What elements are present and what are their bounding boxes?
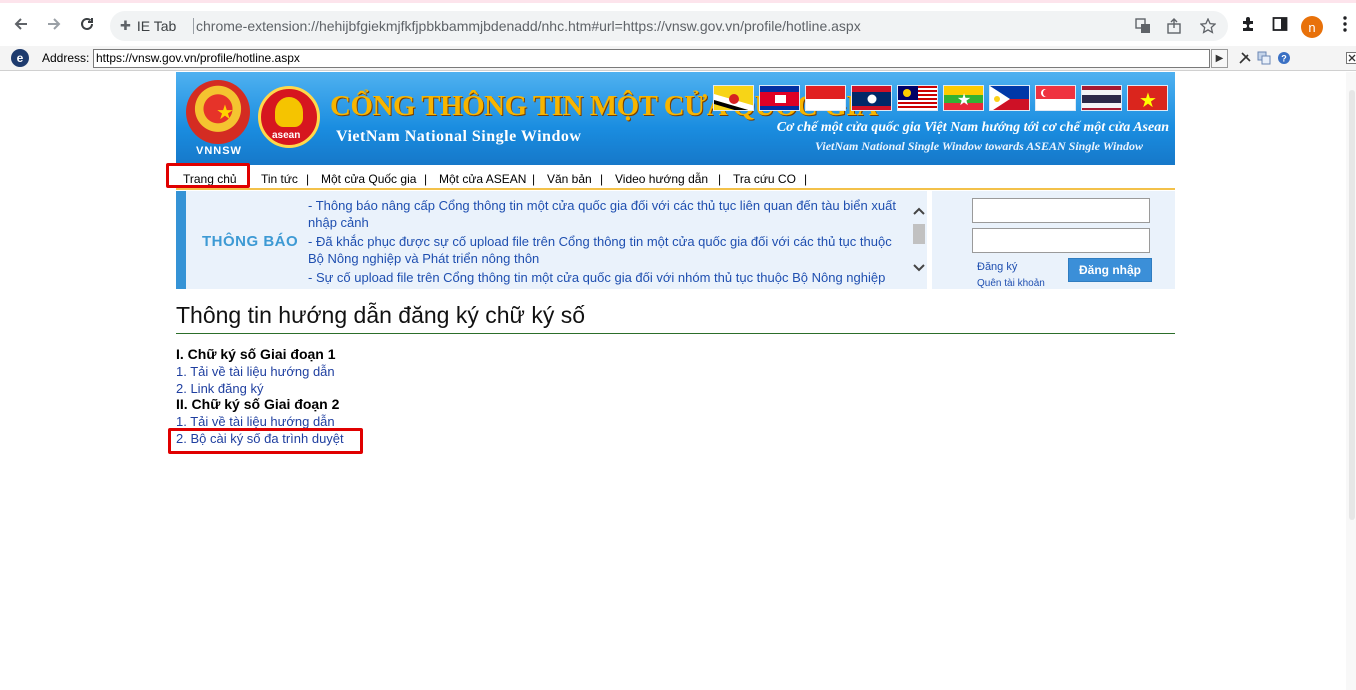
menu-separator: |: [804, 172, 808, 186]
tools-icon[interactable]: [1237, 50, 1253, 66]
flag-malaysia-icon: [897, 85, 938, 111]
banner-subtitle: VietNam National Single Window: [336, 128, 582, 145]
page-title: Thông tin hướng dẫn đăng ký chữ ký số: [176, 302, 586, 328]
notice-list: - Thông báo nâng cấp Cổng thông tin một …: [308, 197, 908, 288]
flag-myanmar-icon: ★: [943, 85, 984, 111]
translate-icon[interactable]: [1134, 17, 1152, 35]
omnibox-url[interactable]: chrome-extension://hehijbfgiekmjfkfjpbkb…: [196, 18, 861, 34]
section-heading-phase2: II. Chữ ký số Giai đoạn 2: [176, 396, 340, 412]
share-icon[interactable]: [1165, 17, 1183, 35]
reload-icon[interactable]: [75, 12, 99, 36]
asean-logo-icon: asean: [258, 86, 320, 148]
highlight-box-installer: [168, 428, 363, 454]
puzzle-icon: ✚: [120, 18, 131, 33]
compat-icon[interactable]: [1256, 50, 1272, 66]
flag-indonesia-icon: [805, 85, 846, 111]
menu-separator: |: [306, 172, 310, 186]
flag-thailand-icon: [1081, 85, 1122, 111]
notice-title: THÔNG BÁO: [202, 233, 299, 250]
flag-brunei-icon: [713, 85, 754, 111]
flag-vietnam-icon: ★: [1127, 85, 1168, 111]
page-scrollbar-thumb[interactable]: [1349, 90, 1355, 520]
ie-tab-label: IE Tab: [136, 18, 177, 34]
menu-item-co-lookup[interactable]: Tra cứu CO: [733, 172, 796, 186]
flag-laos-icon: [851, 85, 892, 111]
banner-tagline-en: VietNam National Single Window towards A…: [815, 139, 1143, 153]
bookmark-star-icon[interactable]: [1199, 17, 1217, 35]
username-field[interactable]: [972, 198, 1150, 223]
main-menu: Trang chủ Tin tức | Một cửa Quốc gia | M…: [176, 165, 1175, 190]
register-link[interactable]: Đăng ký: [977, 261, 1017, 273]
address-label: Address:: [42, 51, 90, 65]
svg-text:★: ★: [957, 92, 971, 109]
menu-item-news[interactable]: Tin tức: [261, 172, 298, 186]
menu-item-asean-window[interactable]: Một cửa ASEAN: [439, 172, 526, 186]
notice-item[interactable]: - Thông báo nâng cấp Cổng thông tin một …: [308, 197, 908, 231]
menu-separator: |: [718, 172, 722, 186]
side-panel-icon[interactable]: [1268, 12, 1292, 36]
notice-item[interactable]: - Sự cố upload file trên Cổng thông tin …: [308, 269, 908, 286]
title-divider: [176, 333, 1175, 334]
help-icon[interactable]: ?: [1276, 50, 1292, 66]
vnnsw-logo-text: VNNSW: [196, 145, 242, 157]
banner-tagline: Cơ chế một cửa quốc gia Việt Nam hướng t…: [776, 120, 1169, 135]
phase1-register-link[interactable]: 2. Link đăng ký: [176, 381, 263, 396]
svg-text:?: ?: [1281, 54, 1287, 64]
go-arrow-icon[interactable]: ▶: [1211, 49, 1228, 68]
notice-scrollbar[interactable]: [911, 201, 927, 277]
password-field[interactable]: [972, 228, 1150, 253]
extensions-icon[interactable]: [1236, 12, 1260, 36]
svg-text:★: ★: [1139, 90, 1157, 111]
back-icon[interactable]: [9, 12, 33, 36]
ie-tab-chip: ✚ IE Tab: [120, 18, 176, 34]
menu-separator: |: [532, 172, 536, 186]
forgot-account-link[interactable]: Quên tài khoản: [977, 278, 1045, 289]
site-banner: ★ VNNSW asean CỔNG THÔNG TIN MỘT CỬA QUỐ…: [176, 72, 1175, 165]
close-icon[interactable]: [1344, 50, 1356, 66]
omnibox[interactable]: ✚ IE Tab chrome-extension://hehijbfgiekm…: [110, 11, 1228, 41]
browser-toolbar: ✚ IE Tab chrome-extension://hehijbfgiekm…: [0, 0, 1356, 46]
login-panel: Đăng ký Quên tài khoản Đăng nhập: [932, 191, 1175, 289]
chevron-down-icon[interactable]: [911, 261, 927, 275]
flag-singapore-icon: [1035, 85, 1076, 111]
menu-item-video-guide[interactable]: Video hướng dẫn: [615, 172, 708, 186]
highlight-box-home: [166, 163, 250, 188]
flag-cambodia-icon: [759, 85, 800, 111]
phase2-download-guide-link[interactable]: 1. Tải về tài liệu hướng dẫn: [176, 414, 335, 429]
omnibox-separator: [193, 18, 194, 34]
ie-address-input[interactable]: https://vnsw.gov.vn/profile/hotline.aspx: [93, 49, 1210, 68]
menu-separator: |: [424, 172, 428, 186]
notice-item[interactable]: - Đã khắc phục được sự cố upload file tr…: [308, 233, 908, 267]
chrome-menu-icon[interactable]: [1333, 12, 1356, 36]
flag-philippines-icon: [989, 85, 1030, 111]
notice-scrollbar-thumb[interactable]: [913, 224, 925, 244]
forward-icon[interactable]: [42, 12, 66, 36]
login-button[interactable]: Đăng nhập: [1068, 258, 1152, 282]
section-heading-phase1: I. Chữ ký số Giai đoạn 1: [176, 346, 336, 362]
phase1-download-guide-link[interactable]: 1. Tải về tài liệu hướng dẫn: [176, 364, 335, 379]
ie-tab-bar: e Address: https://vnsw.gov.vn/profile/h…: [0, 46, 1356, 71]
ie-tab-logo-icon[interactable]: e: [11, 49, 29, 67]
menu-item-documents[interactable]: Văn bản: [547, 172, 592, 186]
menu-separator: |: [600, 172, 604, 186]
notice-panel: THÔNG BÁO - Thông báo nâng cấp Cổng thôn…: [176, 191, 927, 289]
profile-avatar[interactable]: n: [1301, 16, 1323, 38]
menu-item-national-window[interactable]: Một cửa Quốc gia: [321, 172, 416, 186]
chevron-up-icon[interactable]: [911, 204, 927, 218]
national-emblem-icon: ★: [186, 80, 250, 144]
notice-accent-bar: [176, 191, 186, 289]
